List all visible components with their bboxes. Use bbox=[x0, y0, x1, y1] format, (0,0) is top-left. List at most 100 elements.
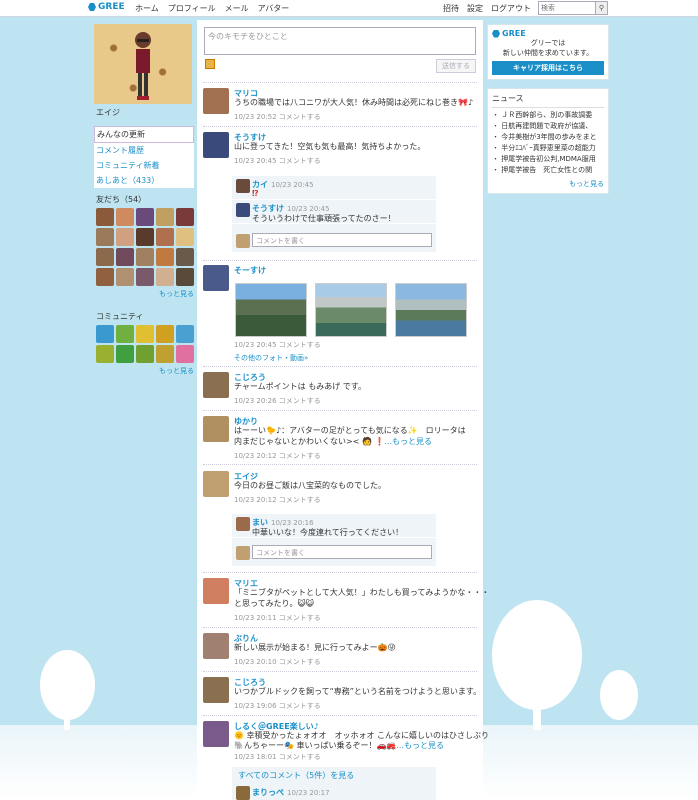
my-avatar-small bbox=[236, 234, 250, 248]
comment-author[interactable]: まりっぺ 10/23 20:17 bbox=[252, 787, 330, 798]
comment-avatar[interactable] bbox=[236, 517, 250, 531]
news-item[interactable]: ・ 押尾学被告 死亡女性との関 bbox=[492, 165, 604, 176]
post-meta[interactable]: 10/23 18:01 コメントする bbox=[234, 752, 321, 762]
news-item[interactable]: ・ 日航再建問題で政府が協議、 bbox=[492, 121, 604, 132]
friend-thumb[interactable] bbox=[96, 208, 114, 226]
community-thumb[interactable] bbox=[116, 345, 134, 363]
post-meta[interactable]: 10/23 20:12 コメントする bbox=[234, 495, 321, 505]
post-meta[interactable]: 10/23 20:26 コメントする bbox=[234, 396, 321, 406]
post-avatar[interactable] bbox=[203, 132, 229, 158]
news-item[interactable]: ・ 今井美樹が3年間の歩みをまと bbox=[492, 132, 604, 143]
friend-thumb[interactable] bbox=[96, 248, 114, 266]
more-photos-link[interactable]: その他のフォト・動画» bbox=[234, 353, 308, 363]
friend-thumb[interactable] bbox=[156, 228, 174, 246]
community-thumb[interactable] bbox=[96, 345, 114, 363]
nav-logout[interactable]: ログアウト bbox=[491, 3, 531, 14]
emoji-picker-icon[interactable] bbox=[205, 59, 215, 69]
friend-thumb[interactable] bbox=[176, 228, 194, 246]
post-meta[interactable]: 10/23 20:52 コメントする bbox=[234, 112, 321, 122]
community-thumb[interactable] bbox=[116, 325, 134, 343]
friend-thumb[interactable] bbox=[156, 248, 174, 266]
post-photo[interactable] bbox=[315, 283, 387, 337]
friend-thumb[interactable] bbox=[176, 248, 194, 266]
post-avatar[interactable] bbox=[203, 633, 229, 659]
friend-thumb[interactable] bbox=[136, 228, 154, 246]
menu-community-new[interactable]: コミュニティ新着 bbox=[94, 158, 194, 173]
user-avatar[interactable] bbox=[94, 24, 192, 104]
comment-input[interactable]: コメントを書く bbox=[252, 233, 432, 247]
friend-thumb[interactable] bbox=[96, 228, 114, 246]
news-item[interactable]: ・ 押尾学被告初公判,MDMA服用 bbox=[492, 154, 604, 165]
nav-profile[interactable]: プロフィール bbox=[168, 3, 216, 14]
community-thumb[interactable] bbox=[136, 345, 154, 363]
status-input[interactable]: 今のキモチをひとこと bbox=[204, 27, 476, 55]
post-photo[interactable] bbox=[235, 283, 307, 337]
menu-footprints[interactable]: あしあと（433） bbox=[94, 173, 194, 188]
friend-thumb[interactable] bbox=[136, 208, 154, 226]
news-item[interactable]: ・ ＪＲ西幹部ら、別の事故調委 bbox=[492, 110, 604, 121]
comment-author-name[interactable]: そうすけ bbox=[252, 204, 284, 213]
post-meta[interactable]: 10/23 20:11 コメントする bbox=[234, 613, 321, 623]
post-avatar[interactable] bbox=[203, 471, 229, 497]
nav-mail[interactable]: メール bbox=[225, 3, 249, 14]
menu-everyone-updates[interactable]: みんなの更新 bbox=[94, 126, 194, 143]
community-thumb[interactable] bbox=[176, 325, 194, 343]
read-more-link[interactable]: ...もっと見る bbox=[396, 741, 444, 750]
comment-avatar[interactable] bbox=[236, 179, 250, 193]
comment-input[interactable]: コメントを書く bbox=[252, 545, 432, 559]
gree-logo[interactable]: GREE bbox=[88, 2, 125, 12]
friend-thumb[interactable] bbox=[136, 248, 154, 266]
nav-invite[interactable]: 招待 bbox=[443, 3, 459, 14]
post-avatar[interactable] bbox=[203, 372, 229, 398]
nav-avatar[interactable]: アバター bbox=[258, 3, 290, 14]
friend-thumb[interactable] bbox=[176, 208, 194, 226]
all-comments-link[interactable]: すべてのコメント（5件）を見る bbox=[238, 770, 354, 781]
post-meta[interactable]: 10/23 19:06 コメントする bbox=[234, 701, 321, 711]
comment-avatar[interactable] bbox=[236, 786, 250, 800]
community-thumb[interactable] bbox=[176, 345, 194, 363]
community-thumb[interactable] bbox=[96, 325, 114, 343]
friend-thumb[interactable] bbox=[116, 268, 134, 286]
nav-settings[interactable]: 設定 bbox=[467, 3, 483, 14]
read-more-link[interactable]: ...もっと見る bbox=[384, 437, 432, 446]
friend-thumb[interactable] bbox=[116, 228, 134, 246]
comment-author-name[interactable]: まい bbox=[252, 518, 268, 527]
nav-home[interactable]: ホーム bbox=[135, 3, 159, 14]
post-meta[interactable]: 10/23 20:45 コメントする bbox=[234, 156, 321, 166]
news-more-link[interactable]: もっと見る bbox=[492, 179, 604, 189]
post-photo[interactable] bbox=[395, 283, 467, 337]
post-avatar[interactable] bbox=[203, 416, 229, 442]
post-avatar[interactable] bbox=[203, 677, 229, 703]
friend-thumb[interactable] bbox=[156, 208, 174, 226]
friend-thumb[interactable] bbox=[176, 268, 194, 286]
friend-thumb[interactable] bbox=[156, 268, 174, 286]
news-item[interactable]: ・ 半分ｴｺﾊﾞｰ真野恵里菜の超能力 bbox=[492, 143, 604, 154]
ad-logo-text: GREE bbox=[502, 29, 526, 38]
friends-more-link[interactable]: もっと見る bbox=[94, 289, 194, 299]
community-more-link[interactable]: もっと見る bbox=[94, 366, 194, 376]
post-avatar[interactable] bbox=[203, 265, 229, 291]
search-input[interactable] bbox=[539, 2, 595, 14]
friend-thumb[interactable] bbox=[136, 268, 154, 286]
community-thumb[interactable] bbox=[156, 345, 174, 363]
post-avatar[interactable] bbox=[203, 88, 229, 114]
career-button[interactable]: キャリア採用はこちら bbox=[492, 61, 604, 75]
search-icon[interactable]: ⚲ bbox=[595, 2, 607, 14]
comment-author-name[interactable]: カイ bbox=[252, 180, 268, 189]
comment-avatar[interactable] bbox=[236, 203, 250, 217]
comment-author-name[interactable]: まりっぺ bbox=[252, 788, 284, 797]
community-thumb[interactable] bbox=[136, 325, 154, 343]
comment-author[interactable]: カイ 10/23 20:45 bbox=[252, 179, 314, 190]
menu-comment-history[interactable]: コメント履歴 bbox=[94, 143, 194, 158]
friend-thumb[interactable] bbox=[116, 248, 134, 266]
friend-thumb[interactable] bbox=[116, 208, 134, 226]
send-button[interactable]: 送信する bbox=[436, 59, 476, 73]
post-avatar[interactable] bbox=[203, 578, 229, 604]
post-author[interactable]: そーすけ bbox=[234, 265, 266, 276]
post-meta[interactable]: 10/23 20:10 コメントする bbox=[234, 657, 321, 667]
post-avatar[interactable] bbox=[203, 721, 229, 747]
post-meta[interactable]: 10/23 20:12 コメントする bbox=[234, 451, 321, 461]
post-meta[interactable]: 10/23 20:45 コメントする bbox=[234, 340, 321, 350]
community-thumb[interactable] bbox=[156, 325, 174, 343]
friend-thumb[interactable] bbox=[96, 268, 114, 286]
